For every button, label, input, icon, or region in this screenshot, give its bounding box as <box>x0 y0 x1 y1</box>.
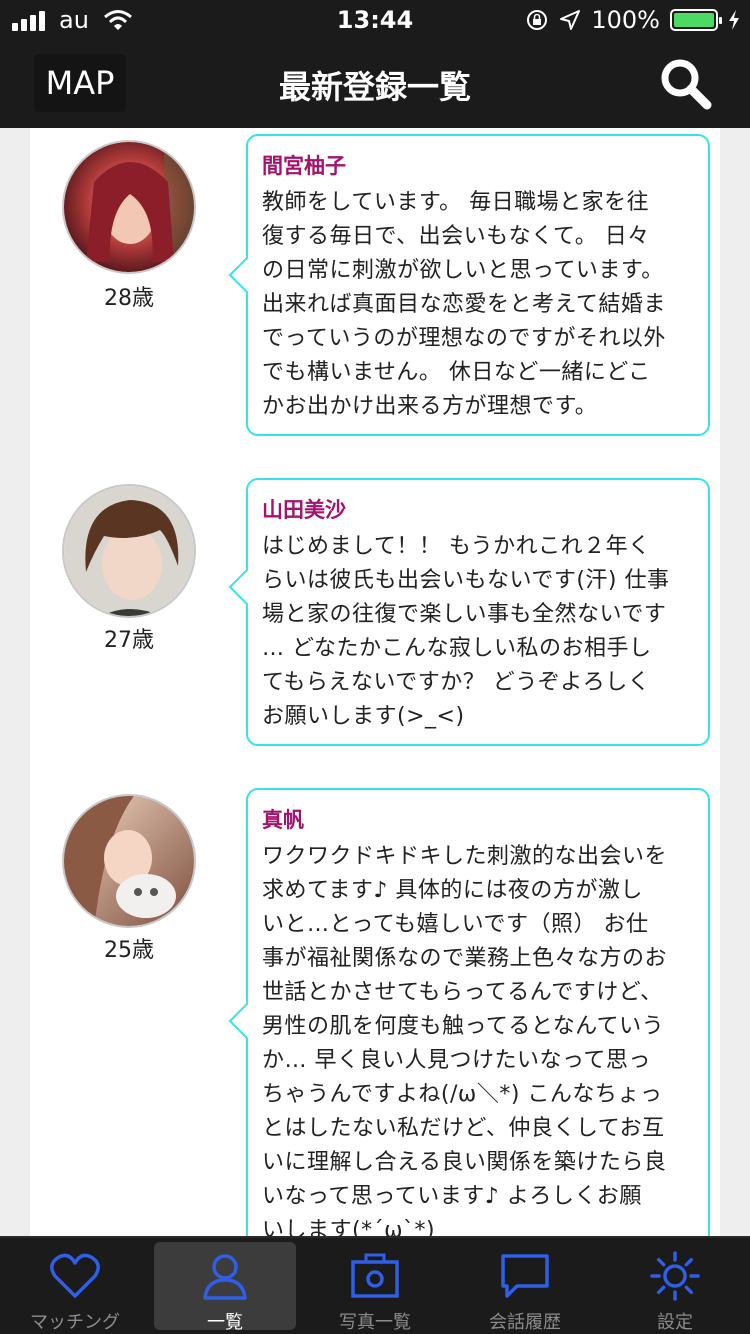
search-icon[interactable] <box>658 56 714 112</box>
battery-icon <box>670 9 722 31</box>
user-name: 山田美沙 <box>262 498 346 522</box>
tab-list[interactable]: 一覧 <box>154 1242 296 1333</box>
person-icon <box>203 1254 247 1300</box>
status-right: 100% <box>525 6 740 34</box>
status-bar: au 13:44 100% <box>0 0 750 40</box>
message-text: ワクワクドキドキした刺激的な出会いを 求めてます♪ 具体的には夜の方が激し いと… <box>262 844 668 1236</box>
location-arrow-icon <box>560 10 581 30</box>
age-label: 25歳 <box>104 938 154 963</box>
tab-matching[interactable]: マッチング <box>4 1242 146 1333</box>
sun-gear-icon <box>650 1251 700 1301</box>
nav-bar: MAP 最新登録一覧 <box>0 40 750 128</box>
age-label: 28歳 <box>104 286 154 311</box>
message-text: はじめまして！！ もうかれこれ２年く らいは彼氏も出会いもないです(汗) 仕事 … <box>262 534 670 729</box>
camera-icon <box>351 1253 399 1298</box>
avatar[interactable] <box>62 794 196 928</box>
orientation-lock-icon <box>527 10 548 30</box>
battery-percent: 100% <box>591 6 660 34</box>
message-text: 教師をしています。 毎日職場と家を往 復する毎日で、出会いもなくて。 日々 の日… <box>262 190 666 419</box>
heart-icon <box>50 1253 100 1298</box>
message-bubble[interactable]: 間宮柚子 教師をしています。 毎日職場と家を往 復する毎日で、出会いもなくて。 … <box>246 134 710 436</box>
page-title: 最新登録一覧 <box>278 68 471 106</box>
charging-bolt-icon <box>729 10 739 30</box>
tab-photos[interactable]: 写真一覧 <box>304 1242 446 1333</box>
tab-conversations[interactable]: 会話履歴 <box>454 1242 596 1333</box>
avatar[interactable] <box>62 140 196 274</box>
message-bubble[interactable]: 山田美沙 はじめまして！！ もうかれこれ２年く らいは彼氏も出会いもないです(汗… <box>246 478 710 746</box>
age-label: 27歳 <box>104 628 154 653</box>
tab-bar: マッチング 一覧 写真一覧 会話履歴 設定 <box>0 1236 750 1334</box>
user-name: 真帆 <box>262 808 304 832</box>
message-bubble[interactable]: 真帆 ワクワクドキドキした刺激的な出会いを 求めてます♪ 具体的には夜の方が激し… <box>246 788 710 1236</box>
tab-settings[interactable]: 設定 <box>604 1242 746 1333</box>
post-list[interactable]: 28歳 間宮柚子 教師をしています。 毎日職場と家を往 復する毎日で、出会いもな… <box>0 128 750 1236</box>
user-name: 間宮柚子 <box>262 154 346 178</box>
chat-bubble-icon <box>501 1254 549 1298</box>
avatar[interactable] <box>62 484 196 618</box>
